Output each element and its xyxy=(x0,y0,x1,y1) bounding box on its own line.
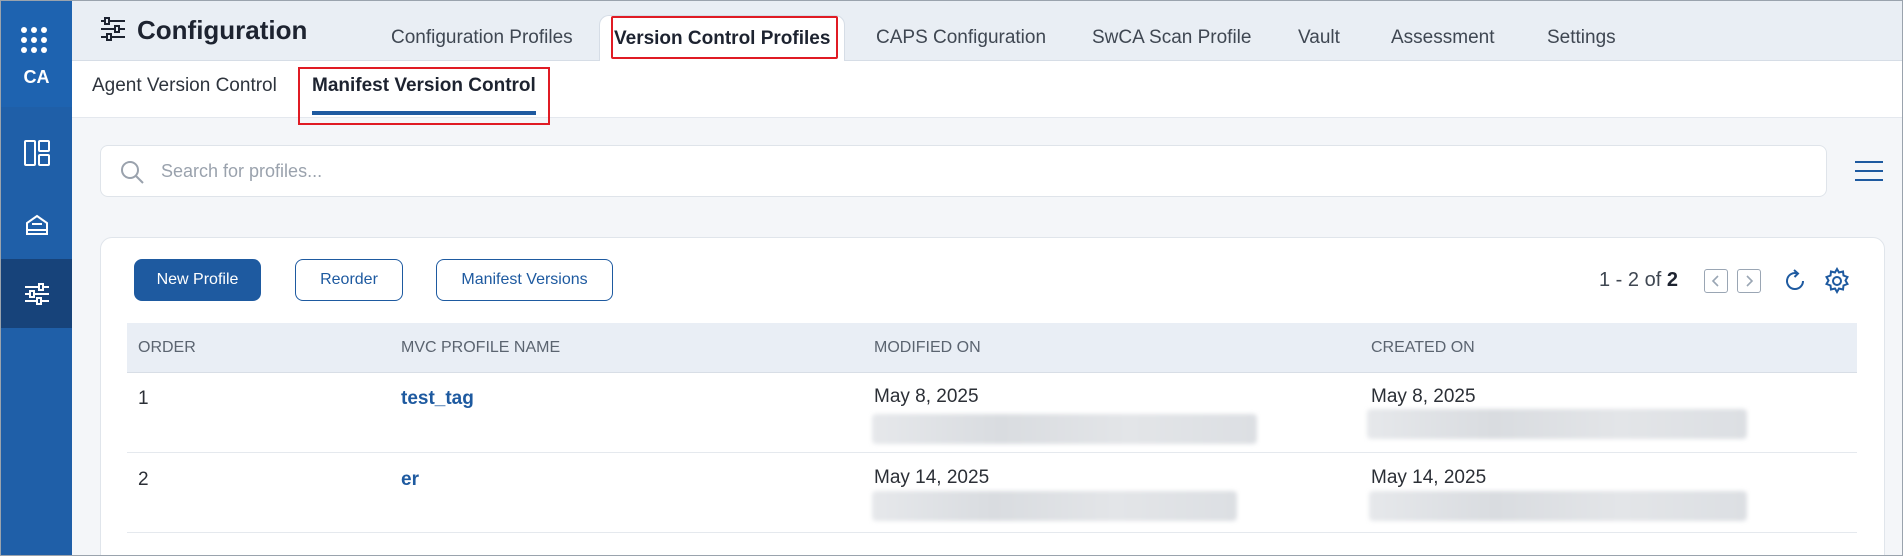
configuration-sliders-icon xyxy=(101,17,125,41)
tab-version-control-profiles[interactable]: Version Control Profiles xyxy=(599,15,846,61)
cell-profile-name-link[interactable]: er xyxy=(401,469,419,491)
configuration-nav-item[interactable] xyxy=(1,259,72,328)
refresh-icon[interactable] xyxy=(1781,267,1809,295)
tab-configuration-profiles[interactable]: Configuration Profiles xyxy=(391,27,573,49)
subtab-manifest-version-control[interactable]: Manifest Version Control xyxy=(298,67,550,125)
dashboard-icon xyxy=(23,139,50,166)
hamburger-menu-icon[interactable] xyxy=(1854,159,1884,183)
left-rail: CA xyxy=(1,1,72,555)
new-profile-button[interactable]: New Profile xyxy=(134,259,261,301)
apps-grid-icon[interactable] xyxy=(21,27,47,53)
app-window: CA Configuration Configuration Profiles … xyxy=(0,0,1903,556)
search-input[interactable] xyxy=(161,155,1761,187)
tab-assessment[interactable]: Assessment xyxy=(1391,27,1494,49)
redacted-time xyxy=(872,414,1257,444)
column-header-created-on[interactable]: CREATED ON xyxy=(1371,339,1475,357)
previous-page-button[interactable] xyxy=(1704,269,1728,293)
subtab-agent-version-control[interactable]: Agent Version Control xyxy=(92,75,277,97)
highlight-box xyxy=(611,16,839,59)
next-page-button[interactable] xyxy=(1737,269,1761,293)
inventory-icon xyxy=(25,214,48,235)
tab-settings[interactable]: Settings xyxy=(1547,27,1616,49)
table-row[interactable]: 1 test_tag May 8, 2025 May 8, 2025 xyxy=(127,373,1857,453)
inventory-nav-item[interactable] xyxy=(1,188,72,257)
search-bar xyxy=(100,145,1827,197)
table-header: ORDER MVC PROFILE NAME MODIFIED ON CREAT… xyxy=(127,323,1857,373)
cell-order: 1 xyxy=(138,388,149,409)
table-row[interactable]: 2 er May 14, 2025 May 14, 2025 xyxy=(127,453,1857,533)
search-icon xyxy=(121,161,144,184)
column-header-profile-name[interactable]: MVC PROFILE NAME xyxy=(401,339,560,357)
column-header-modified-on[interactable]: MODIFIED ON xyxy=(874,339,981,357)
cell-created-on: May 8, 2025 xyxy=(1371,386,1476,407)
tab-vault[interactable]: Vault xyxy=(1298,27,1340,49)
chevron-right-icon xyxy=(1746,275,1754,287)
tab-swca-scan-profile[interactable]: SwCA Scan Profile xyxy=(1092,27,1251,49)
redacted-time xyxy=(1369,491,1747,521)
rail-brand[interactable]: CA xyxy=(1,1,72,107)
rail-brand-label: CA xyxy=(23,67,50,87)
cell-created-on: May 14, 2025 xyxy=(1371,467,1487,488)
column-header-order[interactable]: ORDER xyxy=(138,339,196,357)
cell-modified-on: May 14, 2025 xyxy=(874,467,990,488)
gear-icon[interactable] xyxy=(1823,267,1851,295)
pagination-range: 1 - 2 of xyxy=(1599,269,1662,291)
cell-profile-name-link[interactable]: test_tag xyxy=(401,388,474,410)
redacted-time xyxy=(872,491,1237,521)
pagination-summary: 1 - 2 of 2 xyxy=(1599,269,1678,292)
pagination-total: 2 xyxy=(1666,269,1678,291)
tab-caps-configuration[interactable]: CAPS Configuration xyxy=(876,27,1046,49)
chevron-left-icon xyxy=(1711,275,1719,287)
cell-order: 2 xyxy=(138,469,149,490)
reorder-button[interactable]: Reorder xyxy=(295,259,403,301)
highlight-box xyxy=(298,67,550,125)
page-title: Configuration xyxy=(137,15,308,45)
redacted-time xyxy=(1367,409,1747,439)
dashboard-nav-item[interactable] xyxy=(1,118,72,187)
sliders-icon xyxy=(24,282,49,305)
cell-modified-on: May 8, 2025 xyxy=(874,386,979,407)
manifest-versions-button[interactable]: Manifest Versions xyxy=(436,259,613,301)
